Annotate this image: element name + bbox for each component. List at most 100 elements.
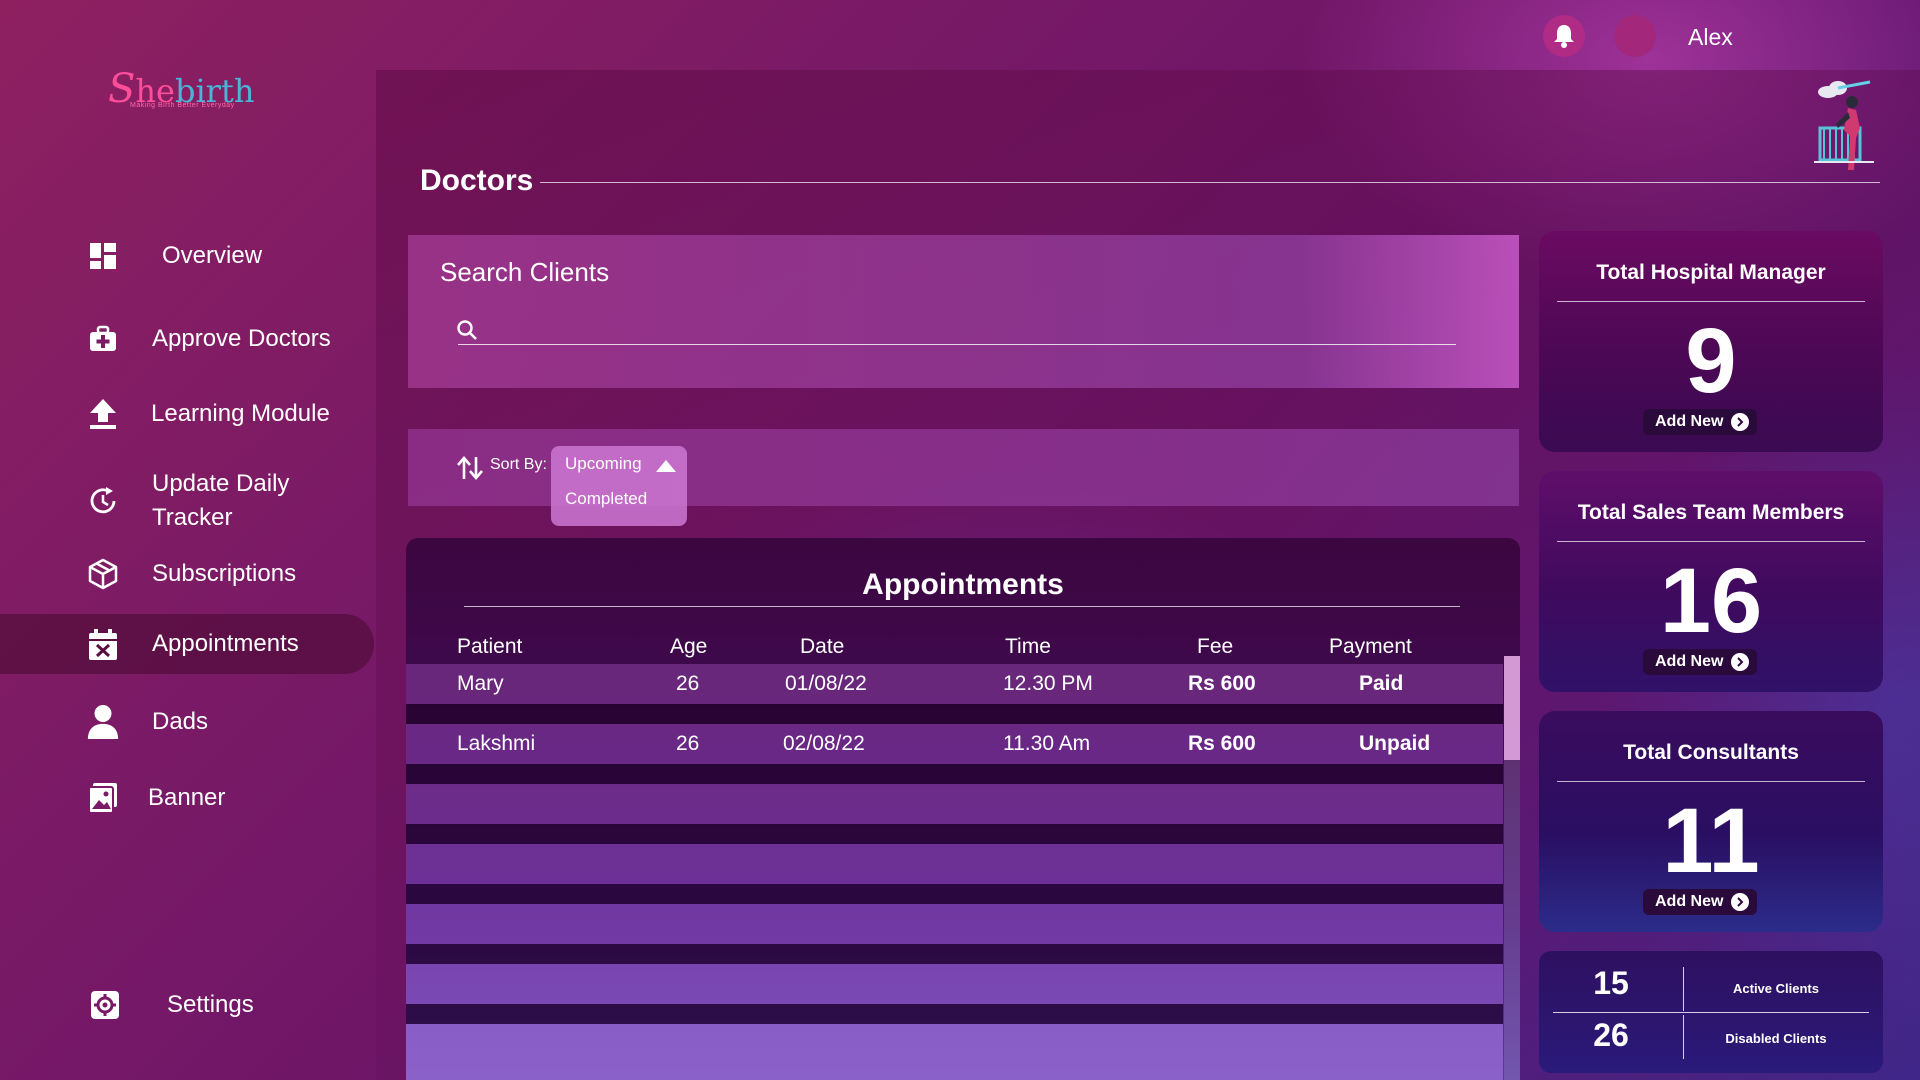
title-divider	[540, 182, 1880, 183]
column-header-time[interactable]: Time	[1005, 635, 1051, 659]
chevron-right-icon	[1731, 893, 1750, 911]
appointments-title: Appointments	[862, 568, 1064, 601]
sidebar-item-label: Approve Doctors	[152, 325, 331, 352]
column-header-payment[interactable]: Payment	[1329, 635, 1412, 659]
sidebar-item-label: Update Daily Tracker	[152, 470, 290, 531]
column-header-age[interactable]: Age	[670, 635, 707, 659]
stat-value: 16	[1659, 550, 1763, 652]
sidebar-item-dads[interactable]: Dads	[0, 703, 374, 741]
sidebar-item-approve-doctors[interactable]: Approve Doctors	[0, 322, 374, 356]
table-row-empty	[406, 1024, 1503, 1080]
search-title: Search Clients	[440, 257, 610, 287]
username[interactable]: Alex	[1688, 24, 1733, 51]
sort-icon	[457, 456, 483, 480]
divider	[1683, 1015, 1684, 1059]
search-card: Search Clients	[408, 235, 1519, 388]
clients-summary-card: 15 Active Clients 26 Disabled Clients	[1539, 951, 1883, 1073]
row-divider	[406, 764, 1503, 784]
sidebar-item-update-daily-tracker[interactable]: Update Daily Tracker	[0, 466, 374, 536]
stat-card-sales-team: Total Sales Team Members 16 Add New	[1539, 471, 1883, 692]
page-title: Doctors	[420, 164, 534, 197]
appointments-divider	[464, 606, 1460, 607]
sidebar-item-banner[interactable]: Banner	[0, 781, 374, 815]
table-row[interactable]: Mary 26 01/08/22 12.30 PM Rs 600 Paid	[406, 664, 1503, 704]
row-divider	[406, 1004, 1503, 1024]
sidebar-item-settings[interactable]: Settings	[0, 988, 374, 1022]
search-input[interactable]	[458, 315, 1456, 345]
medical-kit-icon	[86, 322, 120, 356]
stat-value: 9	[1685, 310, 1737, 412]
upload-icon	[86, 397, 120, 431]
package-icon	[86, 557, 120, 591]
add-new-button[interactable]: Add New	[1643, 409, 1758, 435]
avatar[interactable]	[1614, 15, 1656, 57]
notifications-button[interactable]	[1543, 15, 1585, 57]
sidebar-item-label: Subscriptions	[152, 560, 297, 587]
bell-icon	[1554, 25, 1574, 48]
grid-icon	[86, 239, 120, 273]
sidebar-item-appointments[interactable]: Appointments	[0, 614, 374, 674]
add-new-label: Add New	[1655, 653, 1724, 670]
cell-patient: Mary	[457, 672, 504, 695]
sort-option-completed[interactable]: Completed	[565, 489, 647, 509]
disabled-clients-label: Disabled Clients	[1725, 1031, 1827, 1046]
cell-age: 26	[676, 732, 700, 755]
settings-label: Settings	[167, 991, 254, 1018]
cell-date: 02/08/22	[783, 732, 865, 755]
cell-patient: Lakshmi	[457, 732, 536, 755]
stat-divider	[1557, 781, 1865, 782]
logo-tagline: Making Birth Better Everyday	[130, 102, 235, 109]
sort-option-upcoming[interactable]: Upcoming	[565, 454, 642, 474]
sidebar-item-learning-module[interactable]: Learning Module	[0, 397, 374, 431]
column-header-patient[interactable]: Patient	[457, 635, 522, 659]
stat-value: 11	[1662, 790, 1760, 892]
cell-age: 26	[676, 672, 700, 695]
disabled-clients-count: 26	[1593, 1017, 1629, 1053]
sidebar-item-label: Learning Module	[151, 400, 330, 427]
add-new-label: Add New	[1655, 893, 1724, 910]
sidebar: Shebirth Making Birth Better Everyday Ov…	[0, 0, 376, 1080]
table-row-empty	[406, 844, 1503, 884]
calendar-x-icon	[86, 628, 120, 662]
sidebar-item-subscriptions[interactable]: Subscriptions	[0, 557, 374, 591]
add-new-button[interactable]: Add New	[1643, 649, 1758, 675]
cell-fee: Rs 600	[1188, 672, 1256, 695]
row-divider	[406, 944, 1503, 964]
stat-card-hospital-manager: Total Hospital Manager 9 Add New	[1539, 231, 1883, 452]
stat-divider	[1557, 301, 1865, 302]
sidebar-item-label: Dads	[152, 708, 209, 735]
stat-card-consultants: Total Consultants 11 Add New	[1539, 711, 1883, 932]
stat-title: Total Hospital Manager	[1596, 261, 1826, 284]
sort-dropdown[interactable]: Upcoming Completed	[551, 446, 687, 526]
search-icon	[457, 320, 477, 340]
column-header-fee[interactable]: Fee	[1197, 635, 1233, 659]
column-header-date[interactable]: Date	[800, 635, 844, 659]
chevron-right-icon	[1731, 653, 1750, 671]
user-icon	[86, 703, 120, 741]
divider	[1683, 967, 1684, 1011]
sidebar-item-label: Overview	[162, 242, 263, 269]
caret-up-icon[interactable]	[656, 460, 676, 472]
table-scrollbar[interactable]	[1504, 656, 1520, 1080]
cell-payment: Paid	[1359, 672, 1404, 695]
table-row[interactable]: Lakshmi 26 02/08/22 11.30 Am Rs 600 Unpa…	[406, 724, 1503, 764]
sidebar-item-overview[interactable]: Overview	[0, 239, 374, 273]
table-row-empty	[406, 964, 1503, 1004]
row-divider	[406, 824, 1503, 844]
table-row-empty	[406, 904, 1503, 944]
active-clients-count: 15	[1593, 965, 1629, 1001]
sort-label: Sort By:	[490, 456, 547, 473]
chevron-right-icon	[1731, 413, 1750, 431]
stat-title: Total Consultants	[1623, 741, 1799, 764]
add-new-button[interactable]: Add New	[1643, 889, 1758, 915]
refresh-clock-icon	[86, 484, 120, 518]
cell-time: 11.30 Am	[1003, 732, 1091, 755]
table-row-empty	[406, 784, 1503, 824]
divider	[1553, 1012, 1869, 1013]
cell-fee: Rs 600	[1188, 732, 1256, 755]
row-divider	[406, 884, 1503, 904]
gear-icon	[88, 988, 122, 1022]
cell-time: 12.30 PM	[1003, 672, 1093, 695]
scrollbar-thumb[interactable]	[1504, 656, 1520, 760]
row-divider	[406, 704, 1503, 724]
